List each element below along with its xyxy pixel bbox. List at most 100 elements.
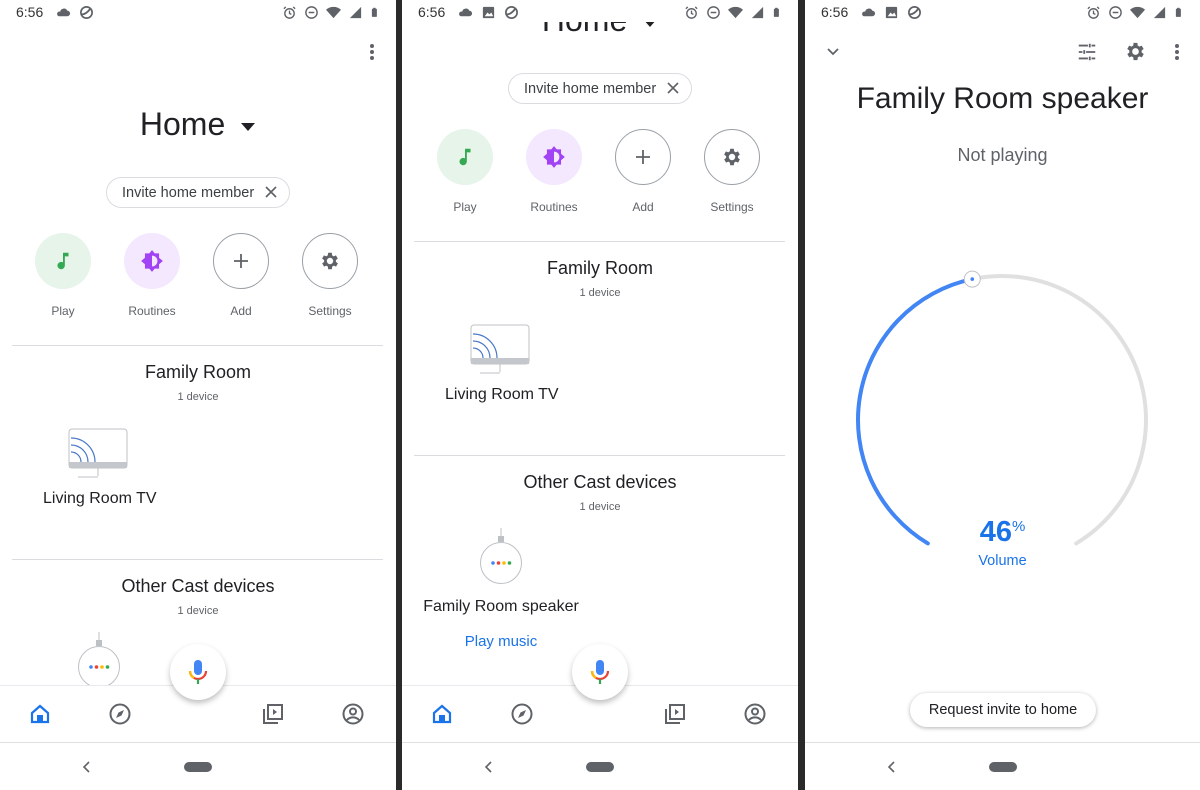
alarm-icon [685, 6, 698, 19]
system-icons [684, 5, 782, 20]
action-label: Play [51, 304, 75, 318]
home-icon[interactable] [430, 702, 454, 726]
alarm-icon [1087, 6, 1100, 19]
plus-icon [213, 233, 269, 289]
device-count: 1 device [177, 391, 219, 403]
routines-icon [124, 233, 180, 289]
app-notification-icon [908, 6, 921, 19]
smart-speaker-icon [480, 528, 522, 584]
notification-icons [861, 5, 922, 20]
alarm-icon [283, 6, 296, 19]
cast-tv-icon [470, 324, 530, 374]
action-play-button[interactable]: Play [425, 129, 505, 214]
music-note-icon [35, 233, 91, 289]
microphone-icon [590, 660, 610, 684]
wifi-icon [728, 6, 743, 19]
divider [12, 345, 383, 346]
cast-tv-icon [68, 428, 128, 478]
action-add-button[interactable]: Add [603, 129, 683, 214]
room-title: Family Room [144, 362, 251, 382]
home-screen-top: 6:56 Home Invite home member Play Routines… [0, 0, 396, 790]
invite-home-member-chip[interactable]: Invite home member [508, 73, 692, 104]
divider [12, 559, 383, 560]
home-title: Home [139, 106, 226, 142]
gear-icon [302, 233, 358, 289]
home-pill[interactable] [586, 762, 614, 772]
action-settings-button[interactable]: Settings [692, 129, 772, 214]
discover-icon[interactable] [108, 702, 132, 726]
clock: 6:56 [16, 4, 44, 20]
battery-icon [1175, 7, 1181, 17]
app-notification-icon [505, 6, 518, 19]
assistant-mic-button[interactable] [170, 644, 226, 700]
request-invite-button[interactable]: Request invite to home [910, 693, 1096, 727]
divider [414, 455, 785, 456]
invite-home-member-chip[interactable]: Invite home member [106, 177, 290, 208]
action-label: Add [632, 200, 654, 214]
device-name: Living Room TV [445, 386, 559, 403]
image-icon [482, 6, 495, 19]
routines-icon [526, 129, 582, 185]
account-icon[interactable] [341, 702, 365, 726]
clock: 6:56 [418, 4, 446, 20]
close-icon[interactable] [263, 184, 279, 200]
microphone-icon [188, 660, 208, 684]
device-count: 1 device [177, 605, 219, 617]
system-nav [805, 742, 1200, 790]
back-icon[interactable] [482, 759, 496, 775]
volume-readout: 46% [805, 516, 1200, 549]
status-bar: 6:56 [402, 0, 798, 22]
gear-icon [704, 129, 760, 185]
notification-icons [458, 5, 519, 20]
volume-unit: % [1011, 518, 1026, 535]
device-tile-living-room-tv[interactable]: Living Room TV [432, 316, 572, 411]
home-pill[interactable] [184, 762, 212, 772]
device-count: 1 device [579, 287, 621, 299]
home-pill[interactable] [989, 762, 1017, 772]
wifi-icon [326, 6, 341, 19]
home-selector[interactable]: Home [0, 106, 396, 143]
assistant-mic-button[interactable] [572, 644, 628, 700]
device-tile-living-room-tv[interactable]: Living Room TV [30, 420, 170, 515]
account-icon[interactable] [743, 702, 767, 726]
do-not-disturb-icon [707, 6, 720, 19]
status-bar: 6:56 [0, 0, 396, 26]
battery-icon [371, 7, 377, 17]
volume-fill[interactable] [856, 277, 975, 546]
home-icon[interactable] [28, 702, 52, 726]
action-label: Routines [128, 304, 176, 318]
action-label: Add [230, 304, 252, 318]
action-add-button[interactable]: Add [201, 233, 281, 318]
device-tile-family-room-speaker[interactable]: Family Room speaker Play music [402, 528, 602, 653]
play-music-link[interactable]: Play music [402, 633, 600, 650]
speaker-screen: 6:56 Family Room speaker Not playing 46%… [805, 0, 1200, 790]
caret-down-icon [241, 122, 256, 131]
volume-dial[interactable] [805, 0, 1200, 600]
action-routines-button[interactable]: Routines [514, 129, 594, 214]
volume-label: Volume [978, 553, 1027, 569]
back-icon[interactable] [885, 759, 899, 775]
close-icon[interactable] [665, 80, 681, 96]
back-icon[interactable] [80, 759, 94, 775]
clock: 6:56 [821, 4, 849, 20]
action-settings-button[interactable]: Settings [290, 233, 370, 318]
device-count: 1 device [579, 501, 621, 513]
smart-speaker-icon [78, 632, 120, 688]
media-icon[interactable] [261, 702, 285, 726]
action-routines-button[interactable]: Routines [112, 233, 192, 318]
system-icons [282, 5, 380, 20]
discover-icon[interactable] [510, 702, 534, 726]
device-name: Family Room speaker [423, 598, 579, 615]
wifi-icon [1130, 6, 1145, 19]
volume-track[interactable] [970, 274, 1148, 546]
cloud-icon [459, 8, 473, 17]
action-play-button[interactable]: Play [23, 233, 103, 318]
more-options-icon[interactable] [362, 42, 382, 62]
action-label: Routines [530, 200, 578, 214]
image-icon [885, 6, 898, 19]
signal-icon [349, 6, 362, 19]
system-nav [402, 742, 798, 790]
media-icon[interactable] [663, 702, 687, 726]
chip-label: Invite home member [122, 184, 255, 201]
home-screen-scrolled: Home Invite home memberPlayRoutinesAddSe… [402, 0, 798, 790]
